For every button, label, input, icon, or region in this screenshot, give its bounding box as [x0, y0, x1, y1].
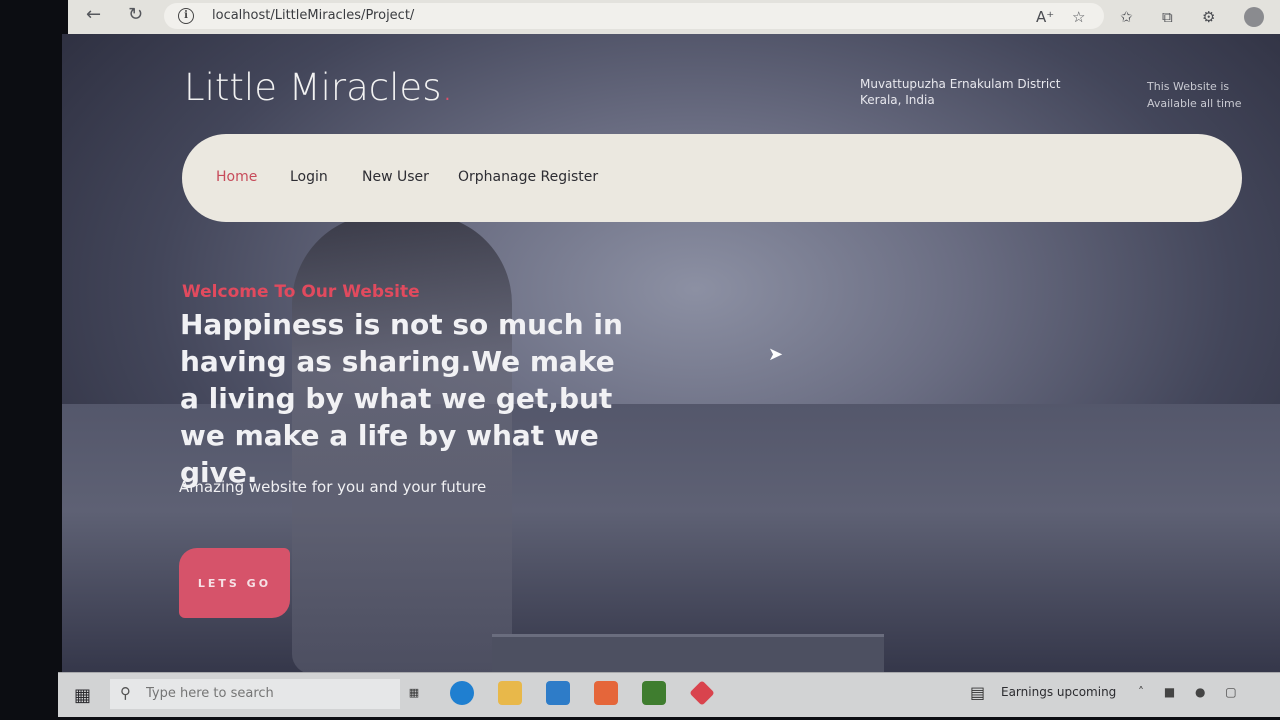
- welcome-text: Welcome To Our Website: [182, 282, 420, 302]
- search-icon: ⚲: [120, 684, 131, 702]
- hero-image-case: [492, 634, 884, 672]
- profile-icon[interactable]: [1244, 7, 1264, 27]
- nav-new-user[interactable]: New User: [362, 169, 429, 185]
- news-widget-text[interactable]: Earnings upcoming: [1001, 685, 1116, 699]
- hero-headline: Happiness is not so much in having as sh…: [180, 308, 623, 489]
- browser-toolbar: ← ↻ i localhost/LittleMiracles/Project/ …: [68, 0, 1280, 35]
- address-bar[interactable]: i localhost/LittleMiracles/Project/: [164, 3, 1104, 29]
- collections-icon[interactable]: ⧉: [1162, 8, 1173, 26]
- dreamweaver-icon[interactable]: [642, 681, 666, 705]
- mouse-cursor-icon: ➤: [768, 344, 784, 365]
- windows-start-icon[interactable]: ▦: [74, 685, 91, 706]
- site-title[interactable]: Little Miracles.: [184, 66, 453, 109]
- nav-home[interactable]: Home: [216, 169, 257, 185]
- system-tray-icons[interactable]: ˄ ■ ● ▢: [1138, 685, 1245, 699]
- site-info-icon[interactable]: i: [178, 8, 194, 24]
- app-icon[interactable]: [689, 680, 715, 706]
- hero-tagline: Amazing website for you and your future: [179, 478, 487, 496]
- extensions-icon[interactable]: ⚙: [1202, 8, 1215, 26]
- refresh-icon[interactable]: ↻: [128, 5, 143, 25]
- main-navbar: Home Login New User Orphanage Register: [182, 134, 1242, 222]
- nav-orphanage-register[interactable]: Orphanage Register: [458, 169, 598, 185]
- news-widget-icon[interactable]: ▤: [970, 683, 985, 702]
- file-explorer-icon[interactable]: [498, 681, 522, 705]
- xampp-icon[interactable]: [594, 681, 618, 705]
- edge-icon[interactable]: [450, 681, 474, 705]
- header-address: Muvattupuzha Ernakulam District Kerala, …: [860, 77, 1061, 107]
- nav-login[interactable]: Login: [290, 169, 328, 185]
- favorite-star-icon[interactable]: ☆: [1072, 8, 1085, 26]
- header-availability: This Website is Available all time: [1147, 80, 1242, 110]
- taskbar-search[interactable]: ⚲: [110, 679, 400, 709]
- mail-icon[interactable]: [546, 681, 570, 705]
- url-text: localhost/LittleMiracles/Project/: [212, 8, 415, 23]
- taskbar: ▦ ⚲ ▦ ▤ Earnings upcoming ˄ ■ ● ▢: [58, 672, 1280, 717]
- taskbar-search-input[interactable]: [144, 685, 388, 702]
- lets-go-button[interactable]: LETS GO: [179, 548, 290, 618]
- read-aloud-icon[interactable]: A⁺: [1036, 8, 1054, 26]
- back-arrow-icon[interactable]: ←: [86, 5, 101, 25]
- favorites-icon[interactable]: ✩: [1120, 8, 1133, 26]
- web-page: Little Miracles. Muvattupuzha Ernakulam …: [62, 34, 1280, 672]
- task-view-icon[interactable]: ▦: [402, 681, 426, 705]
